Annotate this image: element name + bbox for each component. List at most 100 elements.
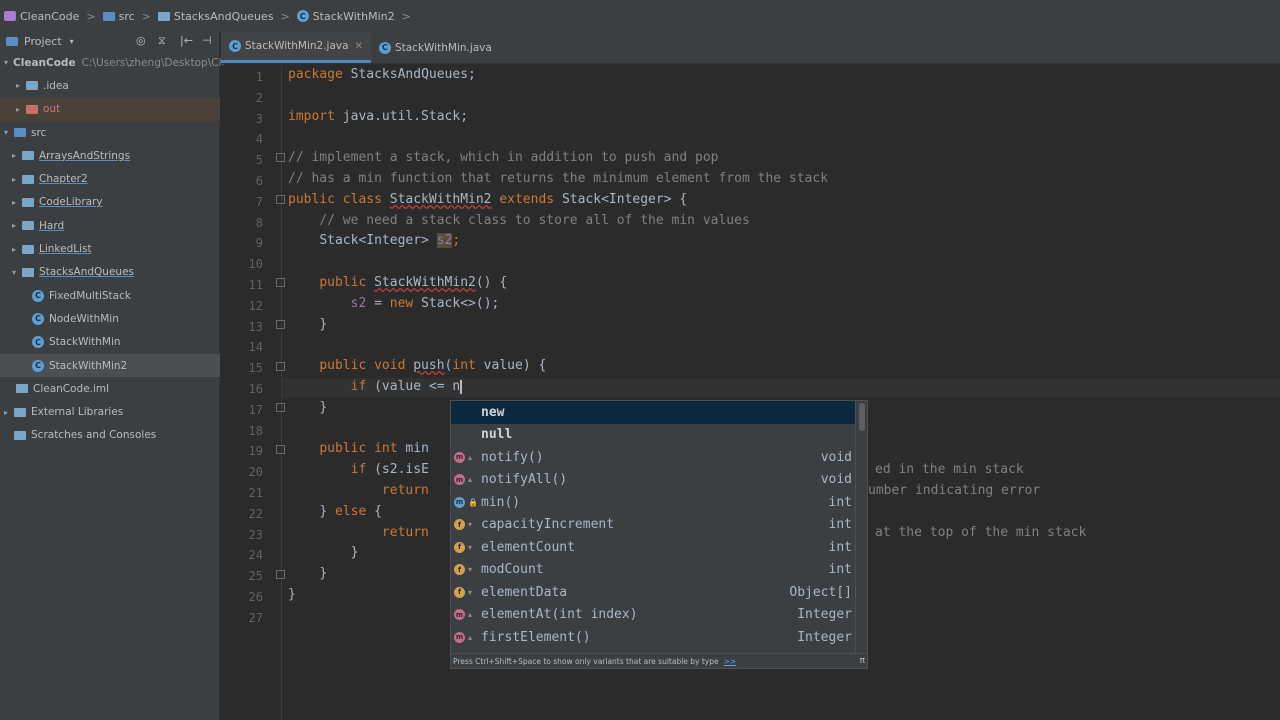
code-completion-popup[interactable]: new null m ▴ notify() void m ▴ notifyAll() void m 🔒…	[450, 400, 868, 669]
tree-item[interactable]: C StackWithMin	[0, 331, 220, 354]
completion-item[interactable]: f ▾ capacityIncrement int	[451, 514, 856, 537]
completion-item[interactable]: f ▾ elementData Object[]	[451, 581, 856, 604]
breadcrumb-package[interactable]: StacksAndQueues	[157, 9, 274, 23]
completion-hint: Press Ctrl+Shift+Space to show only vari…	[453, 656, 719, 666]
settings-icon[interactable]: |←	[180, 34, 193, 47]
line-number: 2	[255, 90, 263, 105]
chevron-right-icon: >	[401, 9, 411, 23]
completion-item-type: void	[820, 472, 852, 488]
code-line-15: public void push(int value) {	[319, 358, 547, 373]
tree-item[interactable]: ▾ CleanCode C:\Users\zheng\Desktop\Cle	[0, 51, 228, 74]
completion-item-type: int	[828, 517, 852, 533]
tree-item[interactable]: ▸ Chapter2	[0, 167, 220, 190]
tree-item-label: Scratches and Consoles	[31, 429, 157, 442]
code-line-9: Stack<Integer> s2;	[319, 233, 461, 248]
pin-icon[interactable]: π	[860, 656, 865, 666]
code-line-16: if (value <= n	[350, 379, 463, 394]
fold-marker[interactable]	[276, 403, 285, 412]
tab-stackwithmin2[interactable]: C StackWithMin2.java ✕	[221, 32, 371, 63]
chevron-right-icon[interactable]: ▸	[16, 105, 26, 114]
chevron-down-icon[interactable]: ▾	[70, 37, 74, 46]
package-icon	[157, 11, 170, 21]
chevron-right-icon[interactable]: ▸	[12, 221, 22, 230]
completion-scrollbar[interactable]	[855, 401, 867, 655]
tree-item[interactable]: ▸ LinkedList	[0, 237, 220, 260]
more-link[interactable]: >>	[724, 657, 737, 666]
method-icon: m	[454, 631, 465, 643]
completion-item-name: elementCount	[481, 539, 575, 555]
completion-item[interactable]: f ▾ modCount int	[451, 559, 856, 582]
tree-item[interactable]: ▸ ArraysAndStrings	[0, 144, 220, 167]
fold-marker[interactable]	[276, 570, 285, 579]
tree-item[interactable]: ▸ .idea	[0, 74, 220, 97]
tree-item[interactable]: ▾ src	[0, 121, 220, 144]
hide-icon[interactable]: ⊣	[202, 34, 212, 47]
tree-item[interactable]: C FixedMultiStack	[0, 284, 220, 307]
completion-item[interactable]: m ▴ notify() void	[451, 446, 856, 469]
chevron-right-icon[interactable]: ▸	[16, 81, 26, 90]
fold-marker[interactable]	[276, 362, 285, 371]
close-icon[interactable]: ✕	[355, 41, 363, 52]
completion-item-type: int	[828, 494, 852, 510]
completion-item[interactable]: new	[451, 401, 856, 424]
chevron-right-icon[interactable]: ▸	[4, 408, 14, 417]
breadcrumb-src[interactable]: src	[102, 10, 135, 23]
fold-marker[interactable]	[276, 278, 285, 287]
chevron-right-icon: >	[280, 9, 290, 23]
line-number: 11	[248, 278, 263, 292]
project-view-icon	[6, 36, 18, 46]
tree-item[interactable]: ▸ out	[0, 97, 220, 121]
class-icon: C	[296, 10, 309, 22]
completion-item[interactable]: m 🔒 min() int	[451, 491, 856, 514]
line-number: 15	[248, 361, 263, 376]
code-line-20: if (s2.isE	[350, 462, 429, 477]
fold-marker[interactable]	[276, 320, 285, 329]
tree-item[interactable]: ▾ StacksAndQueues	[0, 261, 220, 284]
tree-item[interactable]: CleanCode.iml	[0, 377, 220, 400]
line-number-gutter: 1 2 3 4 5 6 7 8 9 10 11 12 13 14 15 16 17 18 19 20 21 22 23 24 2…	[221, 65, 281, 720]
scrollbar-thumb[interactable]	[859, 403, 865, 431]
fold-marker[interactable]	[276, 445, 285, 454]
chevron-down-icon[interactable]: ▾	[4, 128, 14, 137]
tree-item[interactable]: C StackWithMin2	[0, 353, 220, 378]
completion-item[interactable]: f ▾ elementCount int	[451, 536, 856, 559]
chevron-right-icon[interactable]: ▸	[12, 198, 22, 207]
chevron-right-icon[interactable]: ▸	[12, 151, 22, 160]
tree-item[interactable]: C NodeWithMin	[0, 307, 220, 330]
project-tree: ▾ CleanCode C:\Users\zheng\Desktop\Cle ▸ .id…	[0, 51, 228, 447]
tree-item-label: Chapter2	[39, 173, 88, 186]
fold-marker[interactable]	[276, 153, 285, 162]
line-number: 23	[248, 527, 263, 542]
collapse-icon[interactable]: ⧖	[158, 34, 166, 48]
tree-item[interactable]: Scratches and Consoles	[0, 424, 220, 447]
tree-item[interactable]: ▸ CodeLibrary	[0, 191, 220, 214]
code-line-12: s2 = new Stack<>();	[350, 296, 500, 311]
fold-marker[interactable]	[276, 195, 285, 204]
completion-item-type: Object[]	[789, 584, 852, 600]
breadcrumb-project[interactable]: CleanCode	[4, 10, 79, 23]
line-number: 16	[248, 382, 263, 396]
completion-item-type: Integer	[797, 607, 852, 623]
tab-label: StackWithMin.java	[394, 41, 492, 54]
completion-item[interactable]: m ▴ firstElement() Integer	[451, 626, 856, 649]
completion-list[interactable]: new null m ▴ notify() void m ▴ notifyAll() void m 🔒…	[451, 401, 856, 655]
line-number: 18	[248, 423, 263, 438]
class-icon: C	[32, 289, 44, 302]
chevron-right-icon[interactable]: ▸	[12, 175, 22, 184]
completion-item[interactable]: m ▴ elementAt(int index) Integer	[451, 604, 856, 627]
completion-item[interactable]: m ▴ notifyAll() void	[451, 469, 856, 492]
project-view-selector[interactable]: Project	[24, 35, 62, 48]
chevron-down-icon[interactable]: ▾	[4, 58, 8, 67]
tree-item[interactable]: ▸ External Libraries	[0, 400, 220, 423]
completion-item[interactable]: null	[451, 424, 856, 447]
tree-item[interactable]: ▸ Hard	[0, 214, 220, 237]
field-icon: f	[454, 541, 465, 553]
chevron-right-icon[interactable]: ▸	[12, 245, 22, 254]
breadcrumb-class[interactable]: C StackWithMin2	[296, 10, 395, 23]
chevron-down-icon[interactable]: ▾	[12, 268, 22, 277]
tab-stackwithmin[interactable]: C StackWithMin.java	[371, 32, 500, 63]
tree-item-label: FixedMultiStack	[49, 289, 131, 302]
breadcrumb-label: StacksAndQueues	[173, 9, 274, 23]
code-line-3: import java.util.Stack;	[288, 109, 469, 124]
locate-icon[interactable]: ◎	[136, 34, 146, 47]
